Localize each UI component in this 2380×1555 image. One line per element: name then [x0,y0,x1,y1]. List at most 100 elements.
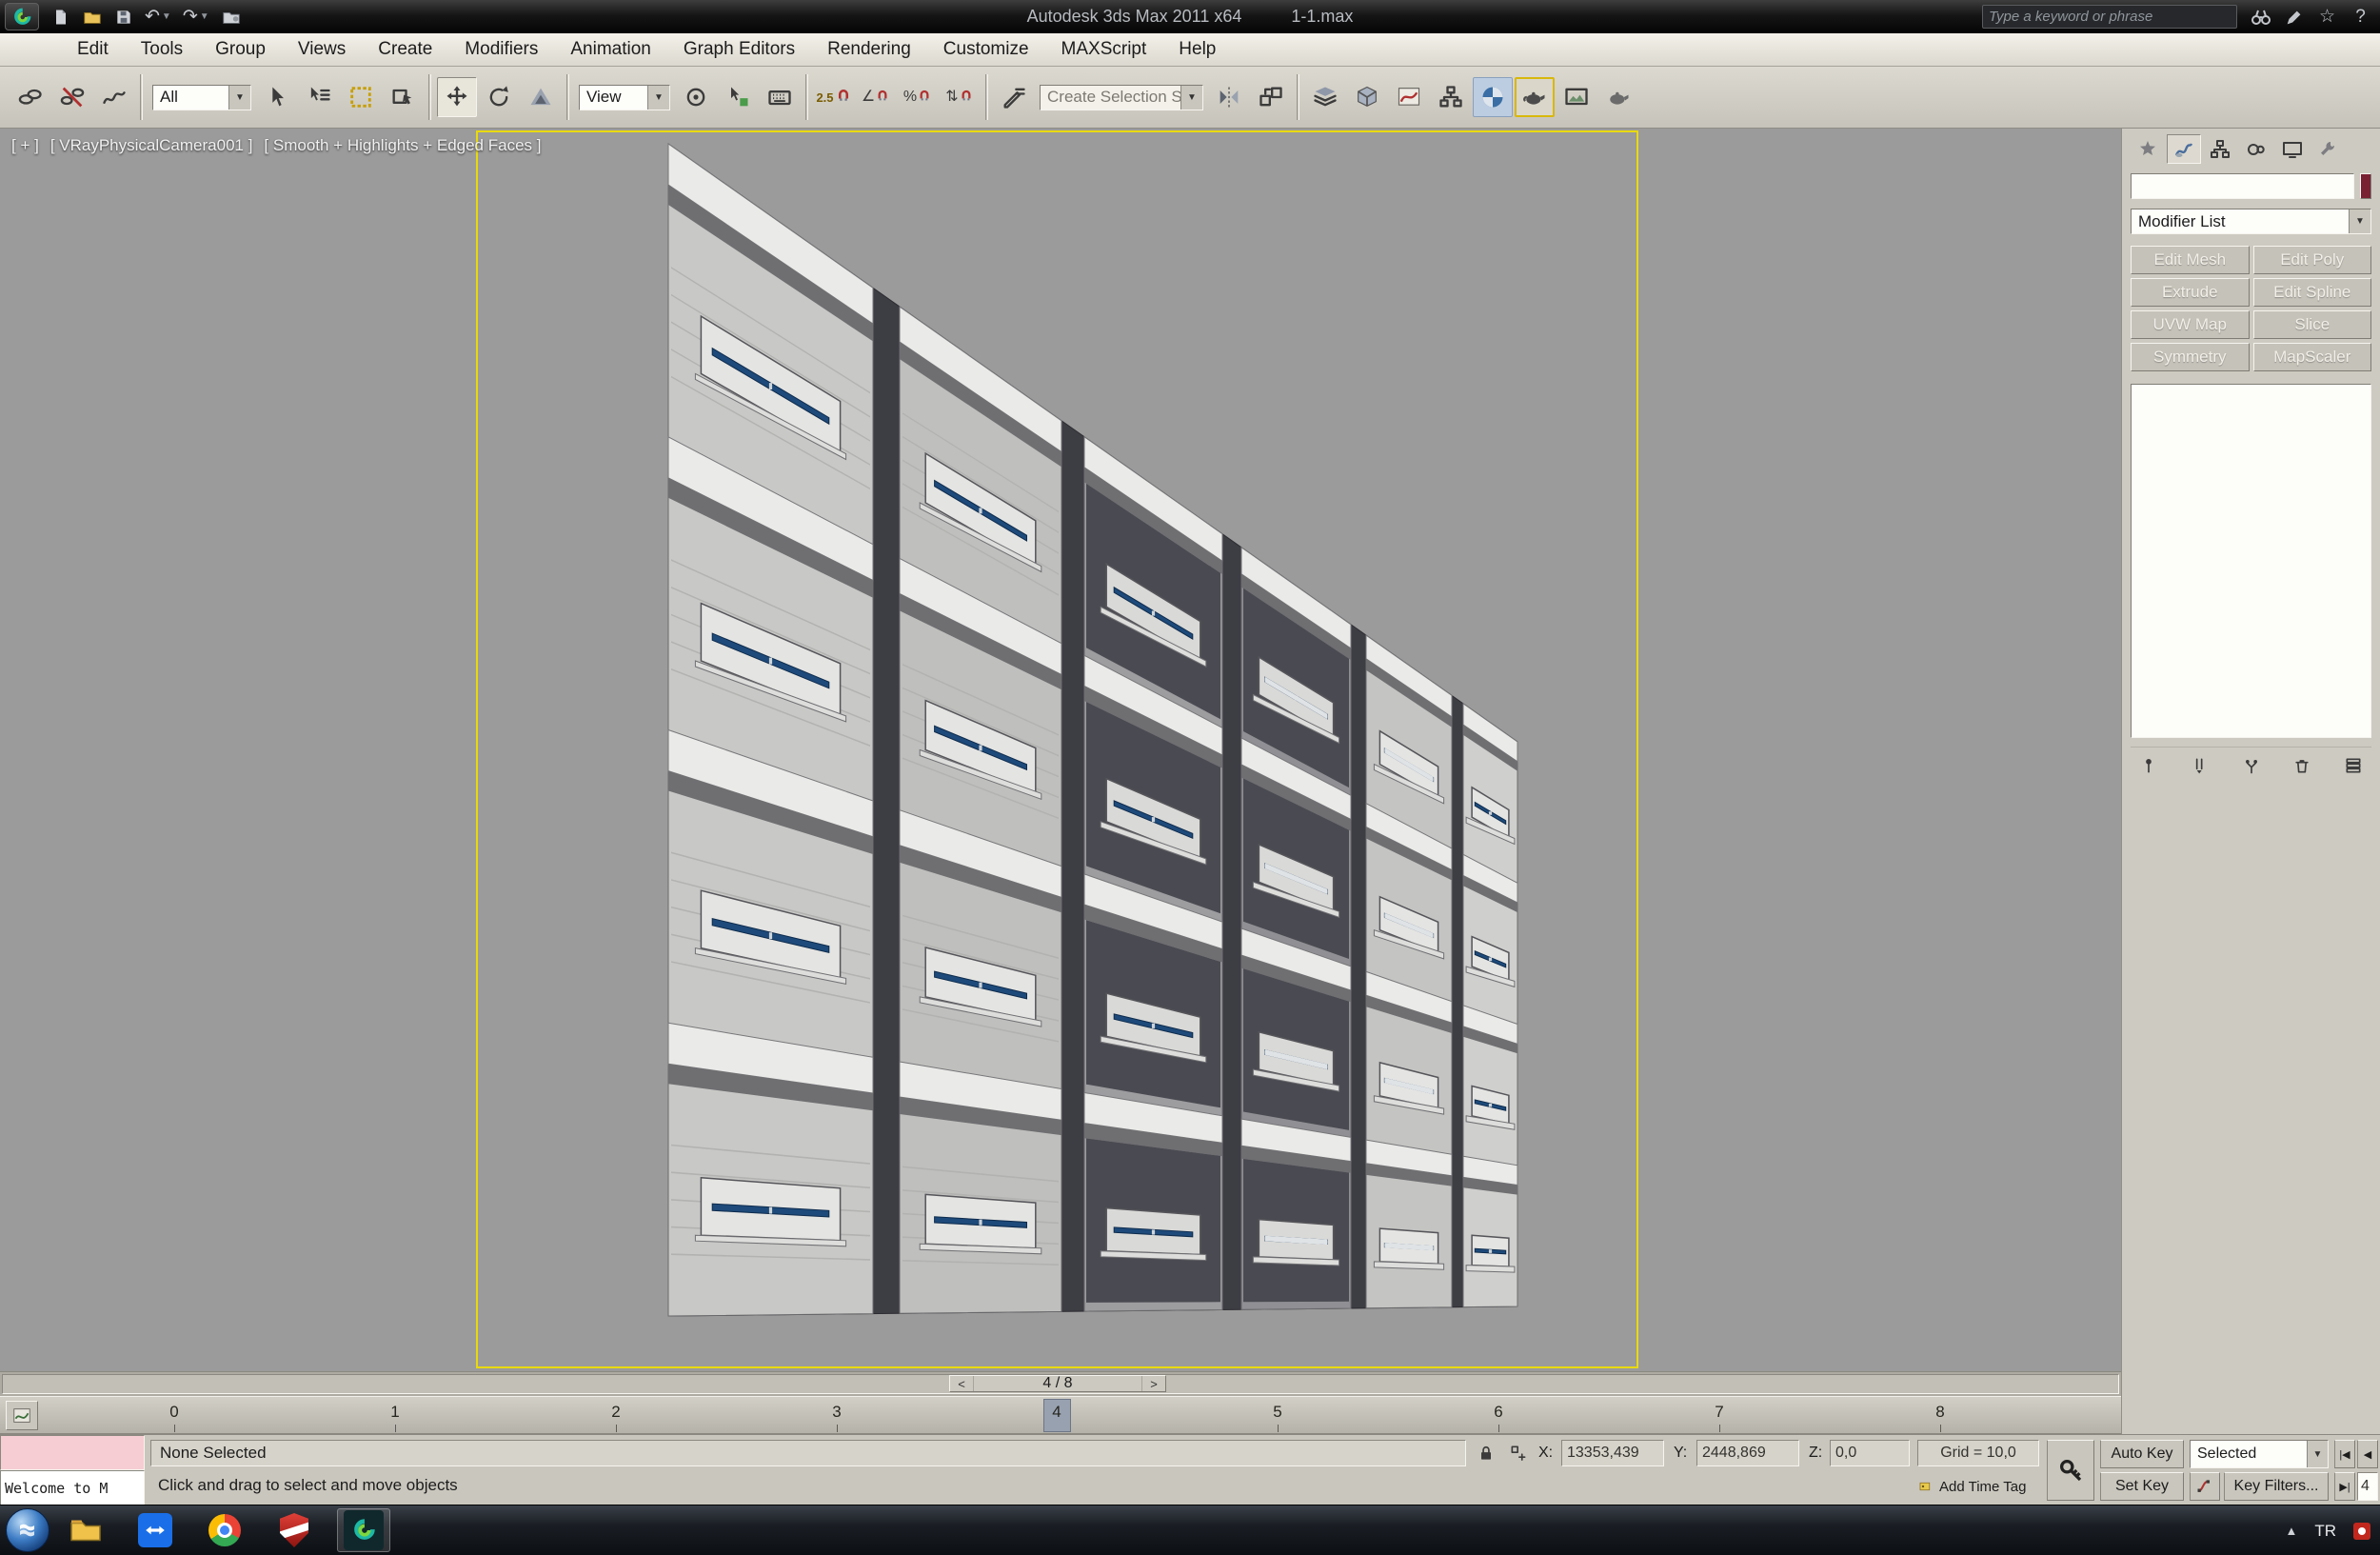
menu-tools[interactable]: Tools [125,33,199,67]
selection-lock-toggle[interactable] [1472,1440,1500,1466]
select-by-name-button[interactable] [299,77,339,117]
undo-button[interactable]: ↶ ▼ [139,3,177,30]
application-menu-button[interactable] [5,3,39,30]
remove-modifier-button[interactable] [2286,752,2318,779]
menu-group[interactable]: Group [199,33,282,67]
spinner-snap-toggle-button[interactable]: ⇅ [940,77,980,117]
select-and-move-button[interactable] [437,77,477,117]
chevron-down-icon[interactable]: ▼ [2349,209,2370,233]
graphite-modeling-tools-button[interactable] [1347,77,1387,117]
key-filters-button[interactable]: Key Filters... [2224,1472,2329,1501]
menu-help[interactable]: Help [1162,33,1232,67]
auto-key-button[interactable]: Auto Key [2100,1440,2184,1468]
open-mini-curve-editor-button[interactable] [6,1401,38,1430]
open-file-button[interactable] [76,3,109,30]
select-object-button[interactable] [257,77,297,117]
chevron-down-icon[interactable]: ▼ [1180,85,1202,110]
select-and-rotate-button[interactable] [479,77,519,117]
set-key-button[interactable]: Set Key [2100,1472,2184,1501]
rectangular-selection-region-button[interactable] [341,77,381,117]
angle-snap-toggle-button[interactable]: ∠ [856,77,896,117]
new-scene-button[interactable] [46,3,76,30]
infocenter-search-input[interactable] [1989,9,2231,25]
language-indicator[interactable]: TR [2314,1522,2336,1541]
modifier-stack-list[interactable] [2131,384,2371,738]
menu-graph-editors[interactable]: Graph Editors [667,33,811,67]
layer-manager-button[interactable] [1305,77,1345,117]
coord-y-field[interactable] [1696,1440,1799,1466]
align-button[interactable] [1251,77,1291,117]
select-and-link-button[interactable] [10,77,50,117]
tab-modify[interactable] [2167,134,2201,164]
make-unique-button[interactable] [2235,752,2268,779]
favorites-button[interactable]: ☆ [2313,3,2341,30]
menu-modifiers[interactable]: Modifiers [448,33,554,67]
coord-x-field[interactable] [1561,1440,1664,1466]
edit-named-selection-sets-button[interactable] [994,77,1034,117]
material-editor-button[interactable] [1473,77,1513,117]
tab-create[interactable] [2131,134,2165,164]
schematic-view-button[interactable] [1431,77,1471,117]
percent-snap-toggle-button[interactable]: % [898,77,938,117]
default-tangent-button[interactable] [2190,1472,2220,1501]
taskbar-teamviewer-button[interactable] [129,1508,182,1552]
viewport-shading-menu[interactable]: [ Smooth + Highlights + Edged Faces ] [264,136,541,155]
time-slider-track[interactable]: < 4 / 8 > [2,1374,2119,1394]
communication-center-button[interactable] [2280,3,2308,30]
taskbar-antivirus-button[interactable] [268,1508,321,1552]
menu-edit[interactable]: Edit [61,33,125,67]
menu-create[interactable]: Create [362,33,448,67]
goto-start-button[interactable]: |◀ [2334,1440,2355,1468]
tab-display[interactable] [2275,134,2310,164]
undo-dropdown-arrow-icon[interactable]: ▼ [162,11,171,22]
modifier-button-extrude[interactable]: Extrude [2131,278,2250,307]
show-end-result-button[interactable] [2184,752,2216,779]
configure-modifier-sets-button[interactable] [2337,752,2370,779]
taskbar-explorer-button[interactable] [59,1508,112,1552]
next-frame-arrow[interactable]: > [1141,1376,1165,1391]
tray-app-icon[interactable] [2353,1522,2370,1540]
bind-to-space-warp-button[interactable] [94,77,134,117]
save-file-button[interactable] [109,3,139,30]
menu-views[interactable]: Views [282,33,362,67]
render-setup-button[interactable] [1515,77,1555,117]
previous-frame-button[interactable]: ◀ [2357,1440,2378,1468]
named-selection-sets-combo[interactable]: Create Selection Se ▼ [1040,84,1203,110]
modifier-button-edit-spline[interactable]: Edit Spline [2252,278,2371,307]
object-name-input[interactable] [2131,173,2354,199]
use-pivot-point-center-button[interactable] [676,77,716,117]
taskbar-chrome-button[interactable] [198,1508,251,1552]
coord-z-field[interactable] [1830,1440,1910,1466]
keyboard-shortcut-override-button[interactable] [760,77,800,117]
reference-coordinate-system-combo[interactable]: View ▼ [579,84,670,110]
set-keys-button[interactable] [2047,1440,2094,1501]
menu-customize[interactable]: Customize [927,33,1045,67]
modifier-button-slice[interactable]: Slice [2252,310,2371,339]
maxscript-mini-listener[interactable]: Welcome to M [0,1470,145,1505]
tab-utilities[interactable] [2311,134,2346,164]
menu-animation[interactable]: Animation [554,33,667,67]
rendered-frame-window-button[interactable] [1557,77,1597,117]
search-binoculars-button[interactable] [2247,3,2274,30]
redo-button[interactable]: ↷ ▼ [177,3,215,30]
pin-stack-button[interactable] [2132,752,2165,779]
add-time-tag[interactable]: Add Time Tag [1917,1473,2039,1500]
infocenter-help-button[interactable]: ? [2347,3,2374,30]
modifier-list-combo[interactable]: Modifier List ▼ [2131,209,2371,234]
modifier-button-mapscaler[interactable]: MapScaler [2252,343,2371,371]
tab-hierarchy[interactable] [2203,134,2237,164]
previous-frame-arrow[interactable]: < [950,1376,974,1391]
tab-motion[interactable] [2239,134,2273,164]
chevron-down-icon[interactable]: ▼ [647,85,669,110]
macro-recorder-field[interactable] [0,1435,145,1470]
viewport-general-menu[interactable]: [ + ] [11,136,39,155]
modifier-button-edit-mesh[interactable]: Edit Mesh [2131,246,2250,274]
render-production-button[interactable] [1598,77,1638,117]
selection-filter-combo[interactable]: All ▼ [152,84,251,110]
unlink-selection-button[interactable] [52,77,92,117]
modifier-button-uvw-map[interactable]: UVW Map [2131,310,2250,339]
modifier-button-symmetry[interactable]: Symmetry [2131,343,2250,371]
project-folder-button[interactable] [215,3,248,30]
key-mode-combo[interactable]: Selected ▼ [2190,1440,2329,1468]
mirror-button[interactable] [1209,77,1249,117]
